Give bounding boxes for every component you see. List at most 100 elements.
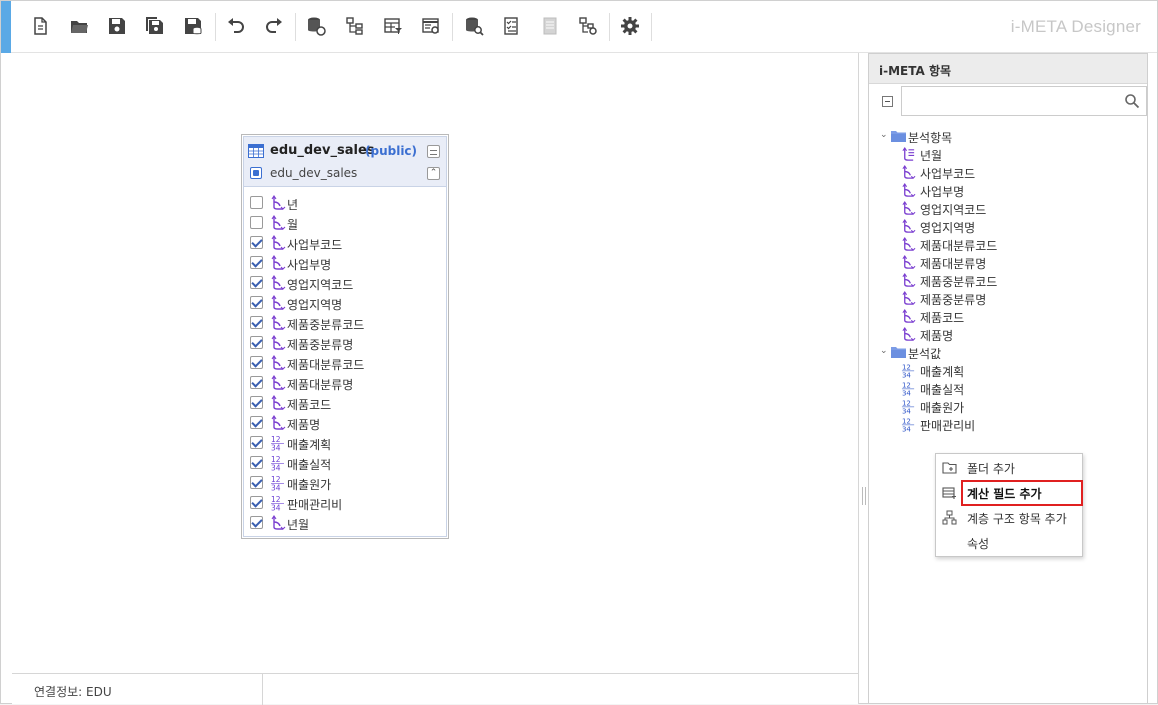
tree-item[interactable]: 제품중분류코드 <box>877 271 1142 289</box>
column-label: 제품중분류명 <box>287 338 354 352</box>
column-row[interactable]: 년월 <box>244 513 446 533</box>
hierarchy-settings-icon[interactable] <box>577 15 599 37</box>
tree-item[interactable]: 12 34 매출원가 <box>877 397 1142 416</box>
column-row[interactable]: 사업부코드 <box>244 233 446 253</box>
svg-text:34: 34 <box>902 389 911 396</box>
context-menu-item[interactable]: 계산 필드 추가 <box>936 480 1083 506</box>
new-document-icon[interactable] <box>29 15 51 37</box>
table-menu-icon[interactable] <box>427 145 440 158</box>
column-checkbox[interactable] <box>250 416 263 429</box>
tree-item-label: 사업부명 <box>920 185 965 199</box>
column-checkbox[interactable] <box>250 316 263 329</box>
tree-item[interactable]: 제품명 <box>877 325 1142 343</box>
tree-item[interactable]: 제품대분류코드 <box>877 235 1142 253</box>
tree-item[interactable]: 사업부명 <box>877 181 1142 199</box>
dimension-icon <box>270 335 286 351</box>
tree-item[interactable]: 사업부코드 <box>877 163 1142 181</box>
column-row[interactable]: 영업지역코드 <box>244 273 446 293</box>
collapse-icon[interactable]: ⌃ <box>427 167 440 180</box>
column-row[interactable]: 사업부명 <box>244 253 446 273</box>
tree-item-label: 제품대분류코드 <box>920 239 998 253</box>
search-icon[interactable] <box>1124 93 1140 109</box>
search-input[interactable] <box>901 86 1147 116</box>
table-settings-icon[interactable] <box>420 15 442 37</box>
table-filter-icon[interactable] <box>382 15 404 37</box>
tree-item[interactable]: 12 34 매출실적 <box>877 379 1142 398</box>
checklist-icon[interactable] <box>501 15 523 37</box>
table-node-header: edu_dev_sales (public) edu_dev_sales ⌃ <box>244 137 446 187</box>
folder-icon <box>891 131 906 142</box>
tree-item[interactable]: 12 34 매출계획 <box>877 361 1142 380</box>
hierarchy-icon[interactable] <box>344 15 366 37</box>
context-menu-item[interactable]: 계층 구조 항목 추가 <box>936 505 1082 530</box>
column-checkbox[interactable] <box>250 216 263 229</box>
column-checkbox[interactable] <box>250 516 263 529</box>
column-checkbox[interactable] <box>250 236 263 249</box>
chevron-down-icon[interactable]: ⌄ <box>880 346 888 356</box>
tree-item[interactable]: 12 34 판매관리비 <box>877 415 1142 434</box>
database-link-icon[interactable] <box>305 15 327 37</box>
toolbar-separator <box>609 13 610 41</box>
context-menu-item[interactable]: 속성 <box>936 530 1082 555</box>
collapse-all-icon[interactable] <box>882 96 893 107</box>
tree-folder[interactable]: ⌄ 분석항목 <box>877 127 1142 145</box>
save-all-icon[interactable] <box>144 15 166 37</box>
document-disabled-icon[interactable] <box>539 15 561 37</box>
column-checkbox[interactable] <box>250 296 263 309</box>
tree-item-label: 매출실적 <box>920 383 965 397</box>
gear-icon[interactable] <box>619 15 641 37</box>
column-row[interactable]: 제품코드 <box>244 393 446 413</box>
column-checkbox[interactable] <box>250 376 263 389</box>
tree-item[interactable]: 영업지역코드 <box>877 199 1142 217</box>
save-db-icon[interactable] <box>182 15 204 37</box>
column-checkbox[interactable] <box>250 196 263 209</box>
tree-item[interactable]: 제품코드 <box>877 307 1142 325</box>
column-checkbox[interactable] <box>250 356 263 369</box>
column-row[interactable]: 제품중분류명 <box>244 333 446 353</box>
column-label: 제품대분류명 <box>287 378 354 392</box>
column-label: 영업지역명 <box>287 298 343 312</box>
dimension-icon <box>270 295 286 311</box>
open-folder-icon[interactable] <box>68 15 90 37</box>
column-checkbox[interactable] <box>250 336 263 349</box>
chevron-down-icon[interactable]: ⌄ <box>880 130 888 140</box>
column-label: 월 <box>287 218 299 232</box>
tree-folder[interactable]: ⌄ 분석값 <box>877 343 1142 361</box>
undo-icon[interactable] <box>225 15 247 37</box>
tree-item[interactable]: 영업지역명 <box>877 217 1142 235</box>
database-search-icon[interactable] <box>463 15 485 37</box>
column-checkbox[interactable] <box>250 496 263 509</box>
dimension-icon <box>270 315 286 331</box>
context-menu-item[interactable]: 폴더 추가 <box>936 455 1082 480</box>
column-row[interactable]: 제품중분류코드 <box>244 313 446 333</box>
svg-text:34: 34 <box>271 504 281 512</box>
tree-item[interactable]: 년월 <box>877 145 1142 163</box>
column-checkbox[interactable] <box>250 476 263 489</box>
svg-text:34: 34 <box>902 425 911 432</box>
table-node[interactable]: edu_dev_sales (public) edu_dev_sales ⌃ 년… <box>241 134 449 539</box>
column-checkbox[interactable] <box>250 436 263 449</box>
column-label: 영업지역코드 <box>287 278 354 292</box>
column-label: 제품중분류코드 <box>287 318 365 332</box>
tree-item-label: 년월 <box>920 149 943 163</box>
column-row[interactable]: 제품대분류명 <box>244 373 446 393</box>
column-row[interactable]: 년 <box>244 193 446 213</box>
column-checkbox[interactable] <box>250 456 263 469</box>
column-row[interactable]: 12 34 매출계획 <box>244 433 446 453</box>
column-row[interactable]: 12 34 매출원가 <box>244 473 446 493</box>
column-checkbox[interactable] <box>250 276 263 289</box>
column-row[interactable]: 제품명 <box>244 413 446 433</box>
column-checkbox[interactable] <box>250 396 263 409</box>
column-row[interactable]: 12 34 매출실적 <box>244 453 446 473</box>
column-row[interactable]: 제품대분류코드 <box>244 353 446 373</box>
folder-add-icon <box>942 460 957 475</box>
column-checkbox[interactable] <box>250 256 263 269</box>
column-row[interactable]: 12 34 판매관리비 <box>244 493 446 513</box>
column-row[interactable]: 월 <box>244 213 446 233</box>
panel-splitter[interactable] <box>862 487 866 505</box>
tree-item[interactable]: 제품중분류명 <box>877 289 1142 307</box>
tree-item[interactable]: 제품대분류명 <box>877 253 1142 271</box>
column-row[interactable]: 영업지역명 <box>244 293 446 313</box>
save-icon[interactable] <box>106 15 128 37</box>
redo-icon[interactable] <box>263 15 285 37</box>
